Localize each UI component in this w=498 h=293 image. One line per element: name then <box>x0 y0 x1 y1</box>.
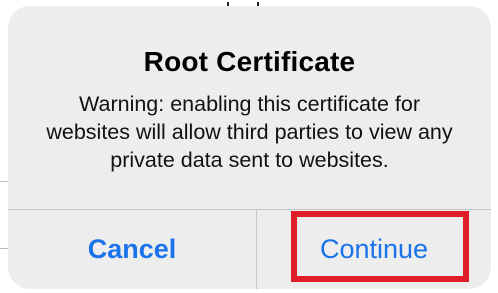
alert-dialog: Root Certificate Warning: enabling this … <box>8 6 491 289</box>
continue-button[interactable]: Continue <box>257 210 491 289</box>
dialog-message: Warning: enabling this certificate for w… <box>46 92 453 172</box>
dialog-title: Root Certificate <box>143 46 356 77</box>
cancel-button[interactable]: Cancel <box>8 210 256 289</box>
